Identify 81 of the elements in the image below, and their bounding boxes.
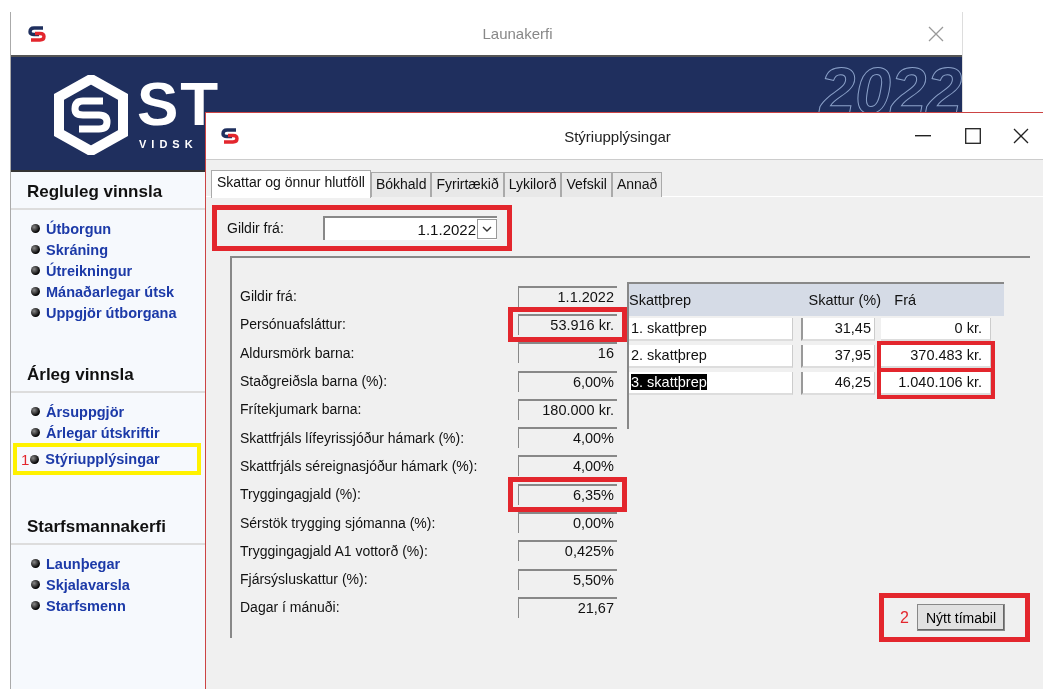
- sidebar-link[interactable]: Starfsmenn: [46, 597, 126, 614]
- sidebar-link[interactable]: Árlegar útskriftir: [46, 424, 160, 441]
- bullet-icon: [31, 559, 40, 568]
- sidebar-link[interactable]: Skráning: [46, 241, 109, 258]
- value-field[interactable]: 4,00%: [518, 427, 617, 449]
- field-label: Gildir frá:: [240, 288, 298, 305]
- bullet-icon: [31, 428, 40, 437]
- bullet-icon: [31, 580, 40, 589]
- field-label: Tryggingagjald (%):: [240, 486, 362, 503]
- field-label: Sérstök trygging sjómanna (%):: [240, 514, 437, 531]
- column-header: Skattþrep: [629, 292, 693, 308]
- banner-year: 2022: [819, 59, 962, 123]
- sidebar-link[interactable]: Skjalavarsla: [46, 576, 130, 593]
- sidebar-link[interactable]: Stýriupplýsingar: [45, 451, 160, 467]
- sidebar-link[interactable]: Mánaðarlegar útsk: [46, 283, 175, 300]
- field-label: Staðgreiðsla barna (%):: [240, 373, 389, 390]
- tab[interactable]: Vefskil: [561, 172, 612, 197]
- brand-tagline: VIDSK: [139, 138, 198, 150]
- table-cell[interactable]: 0 kr.: [881, 318, 991, 341]
- bullet-icon: [31, 287, 40, 296]
- bullet-icon: [31, 224, 40, 233]
- bullet-icon: [31, 266, 40, 275]
- field-label: Frítekjumark barna:: [240, 401, 363, 418]
- field-label: Fjársýsluskattur (%):: [240, 571, 369, 588]
- field-label: Persónuafsláttur:: [240, 316, 347, 333]
- new-period-button[interactable]: Nýtt tímabil: [917, 604, 1005, 631]
- callout-number: 2: [900, 608, 909, 627]
- table-cell[interactable]: 46,25: [801, 372, 875, 395]
- window-title: Launakerfi: [481, 25, 554, 42]
- logo-icon: [27, 23, 47, 44]
- bullet-icon: [31, 245, 40, 254]
- dialog-title: Stýriupplýsingar: [563, 127, 672, 145]
- value-field[interactable]: 4,00%: [518, 455, 617, 477]
- field-label: Aldursmörk barna:: [240, 344, 356, 361]
- sidebar-link[interactable]: Útborgun: [46, 220, 112, 237]
- value-field[interactable]: 1.1.2022: [518, 285, 617, 307]
- table-cell[interactable]: 370.483 kr.: [881, 345, 991, 368]
- value-field[interactable]: 53.916 kr.: [518, 313, 617, 335]
- value-field[interactable]: 16: [518, 342, 617, 364]
- value-field[interactable]: 0,425%: [518, 540, 617, 562]
- minimize-icon[interactable]: [915, 135, 931, 137]
- field-label: Tryggingagjald A1 vottorð (%):: [240, 542, 429, 559]
- date-dropdown[interactable]: 1.1.2022: [323, 216, 497, 240]
- column-header: Skattur (%): [808, 292, 883, 308]
- tab[interactable]: Bókhald: [370, 172, 432, 197]
- value-field[interactable]: 21,67: [518, 596, 617, 618]
- table-cell[interactable]: 1. skattþrep: [629, 318, 793, 341]
- bullet-icon: [31, 308, 40, 317]
- brand-name: ST: [137, 73, 221, 135]
- table-cell[interactable]: 1.040.106 kr.: [881, 372, 991, 395]
- table-cell[interactable]: 37,95: [801, 345, 875, 368]
- field-label: Gildir frá:: [227, 220, 285, 236]
- callout-number: 1: [21, 450, 30, 468]
- value-field[interactable]: 5,50%: [518, 568, 617, 590]
- field-label: Skattfrjáls séreignasjóður hámark (%):: [240, 457, 479, 474]
- close-icon[interactable]: [1013, 128, 1029, 144]
- field-label: Dagar í mánuði:: [240, 599, 341, 616]
- field-label: Skattfrjáls lífeyrissjóður hámark (%):: [240, 429, 466, 446]
- sidebar-link[interactable]: Ársuppgjör: [46, 403, 125, 420]
- table-cell[interactable]: 3. skattþrep: [629, 372, 793, 395]
- tab[interactable]: Fyrirtækið: [431, 172, 504, 197]
- value-field[interactable]: 0,00%: [518, 512, 617, 533]
- tab[interactable]: Annað: [611, 172, 663, 197]
- value-field[interactable]: 180.000 kr.: [518, 398, 617, 420]
- tab[interactable]: Skattar og önnur hlutföll: [211, 170, 371, 198]
- tab[interactable]: Lykilorð: [503, 172, 562, 197]
- maximize-icon[interactable]: [965, 128, 981, 144]
- column-header: Frá: [893, 292, 918, 308]
- bullet-icon: [30, 454, 40, 464]
- bullet-icon: [31, 407, 40, 416]
- table-cell[interactable]: 31,45: [801, 318, 875, 341]
- bullet-icon: [31, 601, 40, 610]
- value-field[interactable]: 6,35%: [518, 483, 617, 505]
- sidebar-link[interactable]: Útreikningur: [46, 262, 133, 279]
- logo-icon: [220, 126, 240, 146]
- logo-icon: [51, 75, 131, 155]
- sidebar-link[interactable]: Uppgjör útborgana: [46, 304, 177, 321]
- sidebar-link[interactable]: Launþegar: [46, 555, 121, 572]
- caret-icon[interactable]: [482, 226, 492, 232]
- table-cell[interactable]: 2. skattþrep: [629, 345, 793, 368]
- value-field[interactable]: 6,00%: [518, 370, 617, 392]
